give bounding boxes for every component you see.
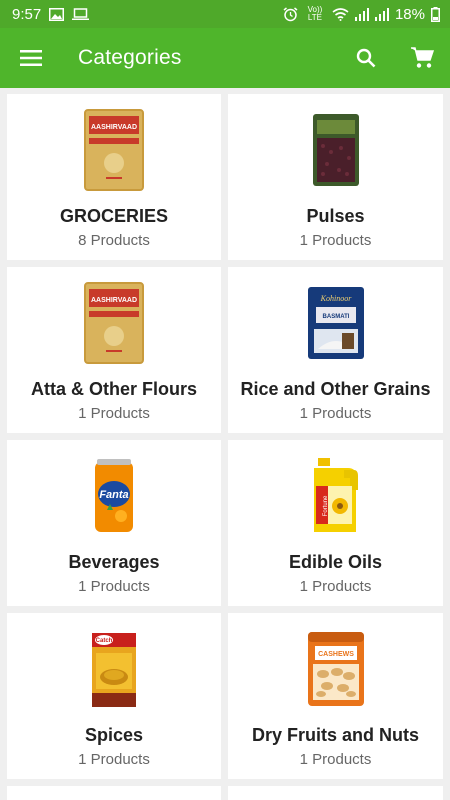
category-card-rice-grains[interactable]: Kohinoor BASMATI Rice and Other Grains 1 … [228,267,443,433]
volte-lte-indicator: Vo)) LTE [307,5,323,22]
page-title: Categories [78,46,182,69]
category-name: Atta & Other Flours [30,379,197,399]
svg-text:BASMATI: BASMATI [322,314,349,320]
svg-text:Kohinoor: Kohinoor [319,294,352,303]
app-bar: Categories [0,28,450,88]
wifi-icon [332,7,349,21]
svg-text:CASHEWS: CASHEWS [318,651,354,658]
category-card-pulses[interactable]: Pulses 1 Products [228,94,443,260]
category-card-dry-fruits-nuts[interactable]: CASHEWS Dry Fruits and Nuts 1 Products [228,613,443,779]
category-product-count: 1 Products [299,578,372,595]
category-product-count: 1 Products [78,751,150,768]
category-product-count: 8 Products [78,232,150,249]
category-name: Spices [84,725,144,745]
category-card-beverages[interactable]: Fanta Beverages 1 Products [7,440,221,606]
category-product-count: 1 Products [299,232,372,249]
atta-bag-image: AASHIRVAAD [79,281,149,365]
cart-button[interactable] [394,28,450,88]
svg-text:Catch: Catch [96,638,113,644]
status-bar: 9:57 Vo)) LTE 18% [0,0,450,28]
category-card-partial[interactable] [228,786,443,800]
category-name: Rice and Other Grains [240,379,431,399]
category-name: Dry Fruits and Nuts [251,725,420,745]
category-card-groceries[interactable]: AASHIRVAAD GROCERIES 8 Products [7,94,221,260]
search-icon [356,48,376,68]
oil-can-image: Fortune [301,454,371,538]
battery-icon [431,6,440,22]
svg-text:Fortune: Fortune [323,495,329,516]
alarm-icon [283,6,298,22]
status-time: 9:57 [12,5,42,23]
category-product-count: 1 Products [299,751,372,768]
rice-bag-image: Kohinoor BASMATI [301,281,371,365]
menu-button[interactable] [0,28,62,88]
cart-icon [411,47,434,68]
category-card-spices[interactable]: Catch Spices 1 Products [7,613,221,779]
pulses-pack-image [301,108,371,192]
svg-text:AASHIRVAAD: AASHIRVAAD [91,124,137,131]
category-product-count: 1 Products [299,405,372,422]
svg-text:AASHIRVAAD: AASHIRVAAD [91,297,137,304]
gallery-icon [49,7,65,21]
category-grid: AASHIRVAAD GROCERIES 8 Products Pulses 1… [7,94,444,800]
cashew-pack-image: CASHEWS [301,627,371,711]
atta-bag-image: AASHIRVAAD [79,108,149,192]
signal-icon-2 [374,7,389,21]
category-name: GROCERIES [59,206,169,226]
category-card-partial[interactable] [7,786,221,800]
laptop-icon [72,7,90,21]
category-product-count: 1 Products [78,578,150,595]
hamburger-icon [20,50,42,66]
category-name: Edible Oils [288,552,383,572]
fanta-can-image: Fanta [79,454,149,538]
search-button[interactable] [338,28,394,88]
category-name: Beverages [68,552,160,572]
spice-box-image: Catch [79,627,149,711]
category-name: Pulses [306,206,365,226]
category-product-count: 1 Products [78,405,150,422]
signal-icon [354,7,369,21]
battery-level: 18% [394,5,425,23]
category-card-edible-oils[interactable]: Fortune Edible Oils 1 Products [228,440,443,606]
svg-text:Fanta: Fanta [99,489,128,501]
category-card-atta-flours[interactable]: AASHIRVAAD Atta & Other Flours 1 Product… [7,267,221,433]
